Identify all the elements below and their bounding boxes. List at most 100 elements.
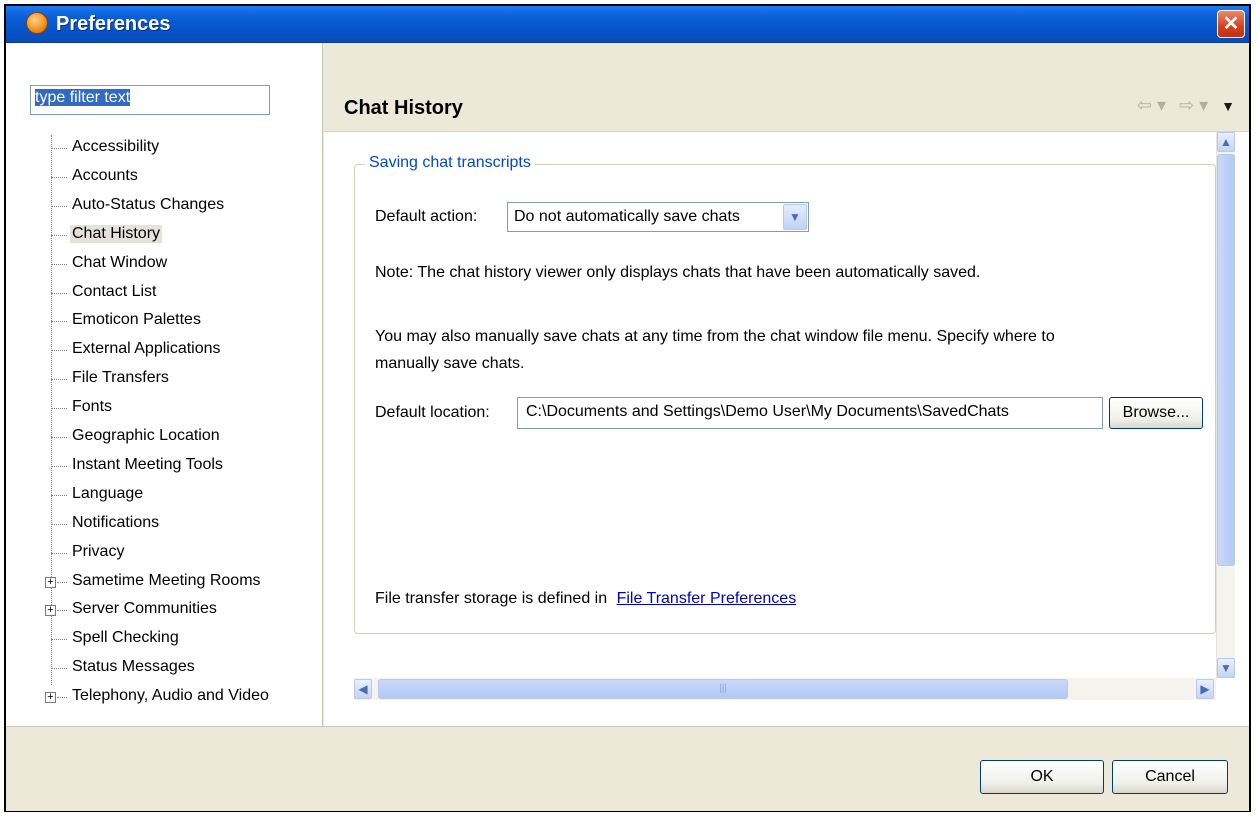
manual-save-text-line2: manually save chats. [375, 355, 525, 372]
tree-connector [51, 263, 67, 265]
expand-icon[interactable]: + [45, 692, 56, 704]
default-location-input[interactable]: C:\Documents and Settings\Demo User\My D… [517, 397, 1103, 429]
tree-item[interactable]: Fonts [6, 395, 322, 423]
default-action-value: Do not automatically save chats [514, 208, 740, 225]
tree-item-label: Telephony, Audio and Video [72, 687, 269, 705]
tree-item[interactable]: Chat History [6, 222, 322, 250]
tree-item-label: File Transfers [72, 369, 169, 387]
page-title: Chat History [344, 97, 463, 119]
tree-connector [51, 523, 67, 525]
tree-connector [57, 697, 67, 699]
ok-button[interactable]: OK [980, 760, 1104, 794]
cancel-button[interactable]: Cancel [1112, 760, 1228, 794]
file-transfer-label: File transfer storage is defined in [375, 590, 608, 607]
tree-item-label: Fonts [72, 398, 113, 416]
file-transfer-text: File transfer storage is defined in File… [375, 590, 796, 608]
tree-connector [51, 176, 67, 178]
app-logo-icon [26, 12, 48, 34]
tree-item[interactable]: Spell Checking [6, 626, 322, 654]
close-button[interactable]: ✕ [1217, 10, 1245, 38]
tree-item-label: Privacy [72, 542, 125, 560]
tree-connector [51, 437, 67, 438]
tree-item-label: Language [72, 484, 144, 502]
tree-item-label: Contact List [72, 282, 157, 300]
tree-item[interactable]: External Applications [6, 337, 322, 365]
group-title: Saving chat transcripts [365, 154, 535, 172]
default-action-select[interactable]: Do not automatically save chats ▼ [507, 202, 809, 232]
page-content: Saving chat transcripts Default action: … [324, 132, 1249, 726]
tree-item[interactable]: Geographic Location [6, 424, 322, 452]
preferences-window: Preferences ✕ type filter text Accessibi… [4, 4, 1251, 812]
tree-item[interactable]: Contact List [6, 280, 322, 308]
forward-arrow-icon[interactable]: ⇨ ▾ [1179, 95, 1208, 115]
tree-connector [51, 639, 67, 641]
tree-item[interactable]: + Sametime Meeting Rooms [6, 569, 322, 597]
tree-connector [51, 234, 67, 236]
tree-connector [51, 148, 67, 149]
vertical-scrollbar[interactable]: ▲ ▼ [1216, 132, 1235, 678]
tree-item[interactable]: Notifications [6, 511, 322, 539]
tree-connector [51, 494, 67, 496]
tree-item[interactable]: Privacy [6, 540, 322, 568]
preferences-sidebar: type filter text Accessibility Accounts Au… [6, 43, 323, 726]
tree-item-label: Sametime Meeting Rooms [72, 571, 261, 589]
tree-connector [51, 668, 67, 670]
default-action-label: Default action: [375, 208, 478, 225]
tree-item[interactable]: Status Messages [6, 655, 322, 683]
tree-connector [57, 610, 67, 612]
tree-item-label: Geographic Location [72, 427, 220, 444]
tree-connector [51, 292, 67, 294]
tree-item[interactable]: Instant Meeting Tools [6, 453, 322, 481]
tree-item[interactable]: + Server Communities [6, 597, 322, 625]
tree-item-label: Auto-Status Changes [72, 195, 225, 213]
history-note: Note: The chat history viewer only displ… [375, 264, 981, 281]
tree-item-label: Chat History [70, 224, 163, 243]
preference-page: Chat History ⇦ ▾ ⇨ ▾ ▼ Saving chat trans… [324, 43, 1249, 726]
tree-item[interactable]: Accessibility [6, 135, 322, 163]
horizontal-scrollbar[interactable]: ◀ ||| ▶ [354, 678, 1216, 700]
tree-item-label: Status Messages [72, 658, 195, 676]
manual-save-text-line1: You may also manually save chats at any … [375, 328, 1055, 345]
browse-button[interactable]: Browse... [1109, 397, 1203, 429]
tree-item[interactable]: Chat Window [6, 251, 322, 279]
scroll-down-icon[interactable]: ▼ [1217, 658, 1235, 678]
tree-item-label: Emoticon Palettes [72, 311, 201, 329]
expand-icon[interactable]: + [45, 576, 56, 588]
tree-item[interactable]: File Transfers [6, 366, 322, 394]
tree-item-label: Accounts [72, 166, 138, 184]
tree-connector [51, 321, 67, 323]
chevron-down-icon[interactable]: ▼ [783, 204, 807, 230]
dialog-footer: OK Cancel [6, 726, 1249, 811]
vertical-scroll-thumb[interactable] [1217, 154, 1235, 566]
tree-item-label: Instant Meeting Tools [72, 455, 223, 473]
tree-item-label: Spell Checking [72, 629, 179, 647]
scroll-up-icon[interactable]: ▲ [1217, 132, 1235, 152]
tree-connector [51, 350, 67, 352]
tree-item[interactable]: Language [6, 482, 322, 510]
tree-item-label: Notifications [72, 513, 160, 531]
horizontal-scroll-thumb[interactable]: ||| [378, 679, 1068, 699]
default-location-label: Default location: [375, 404, 490, 421]
filter-input[interactable]: type filter text [30, 85, 270, 115]
filter-text: type filter text [35, 89, 131, 106]
saving-transcripts-group: Saving chat transcripts Default action: … [354, 154, 1216, 634]
scroll-left-icon[interactable]: ◀ [354, 679, 372, 699]
tree-item-label: Server Communities [72, 600, 217, 618]
window-title: Preferences [56, 13, 171, 35]
tree-connector [51, 465, 67, 467]
expand-icon[interactable]: + [45, 605, 56, 617]
scroll-right-icon[interactable]: ▶ [1196, 679, 1214, 699]
page-navigation: ⇦ ▾ ⇨ ▾ ▼ [1137, 95, 1235, 116]
tree-connector [51, 552, 67, 554]
tree-item[interactable]: Emoticon Palettes [6, 308, 322, 336]
tree-item[interactable]: + Telephony, Audio and Video [6, 684, 322, 712]
tree-connector [51, 205, 67, 207]
view-menu-icon[interactable]: ▼ [1221, 98, 1235, 114]
file-transfer-preferences-link[interactable]: File Transfer Preferences [617, 590, 797, 607]
tree-connector [57, 581, 67, 583]
back-arrow-icon[interactable]: ⇦ ▾ [1137, 95, 1166, 115]
tree-item[interactable]: Accounts [6, 164, 322, 192]
title-bar[interactable]: Preferences ✕ [6, 6, 1249, 43]
tree-item-label: External Applications [72, 340, 221, 358]
tree-item[interactable]: Auto-Status Changes [6, 193, 322, 221]
